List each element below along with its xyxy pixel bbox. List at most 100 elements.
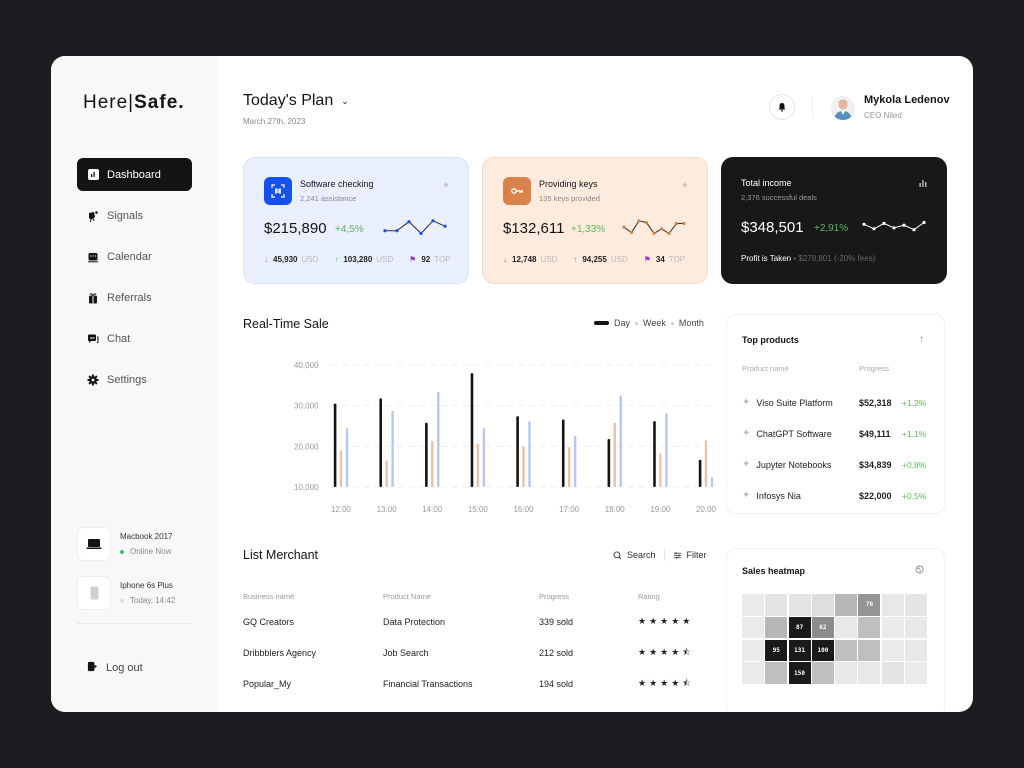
y-tick-label: 30,000: [294, 402, 319, 411]
period-day[interactable]: Day: [614, 318, 630, 328]
list-item[interactable]: ✦ Jupyter Notebooks $34,839 +0,8%: [742, 449, 937, 480]
product-value: $52,318: [859, 397, 892, 408]
heatmap-cell[interactable]: [881, 594, 904, 616]
period-week[interactable]: Week: [643, 318, 666, 328]
card-title: Providing keys: [539, 179, 598, 189]
progress-value: 339 sold: [539, 616, 574, 627]
card-total-income[interactable]: Total income 2,376 successful deals $348…: [721, 157, 947, 284]
filter-button[interactable]: Filter: [673, 550, 707, 560]
heatmap-cell[interactable]: [835, 639, 858, 662]
device-item[interactable]: Iphone 6s Plus Today, 14:42: [77, 576, 192, 610]
heatmap-cell[interactable]: 95: [765, 639, 788, 662]
profit-label: Profit is Taken: [741, 254, 792, 263]
sidebar-item-settings[interactable]: Settings: [77, 363, 192, 396]
heatmap-cell[interactable]: [742, 662, 764, 684]
col-rating[interactable]: Rating: [638, 592, 713, 601]
flag-icon: ⚑: [643, 255, 651, 264]
heatmap-cell[interactable]: [905, 639, 928, 662]
heatmap-cell[interactable]: [858, 662, 881, 684]
col-progress[interactable]: Progress: [539, 592, 638, 601]
heatmap-cell[interactable]: 62: [811, 616, 834, 639]
business-name: Dribbblers Agency: [243, 647, 317, 658]
bar: [710, 477, 714, 487]
x-tick-label: 18:00: [605, 505, 626, 514]
sidebar-item-chat[interactable]: Chat: [77, 322, 192, 355]
bar-chart-icon[interactable]: [919, 179, 927, 189]
pin-icon[interactable]: ♠: [683, 180, 687, 189]
globe-icon[interactable]: [915, 565, 924, 577]
product-name: Job Search: [383, 647, 429, 658]
card-stats: ↓ 12,748 USD ↑ 94,255 USD ⚑ 34 TOP: [503, 255, 685, 264]
heatmap-cell[interactable]: [742, 616, 764, 639]
col-product[interactable]: Product Name: [383, 592, 539, 601]
list-item[interactable]: ✦ Infosys Nia $22,000 +0,5%: [742, 480, 937, 511]
heatmap-cell[interactable]: 100: [811, 639, 834, 662]
heatmap-cell[interactable]: [881, 639, 904, 662]
heatmap-cell[interactable]: [905, 662, 928, 684]
heatmap-cell[interactable]: 131: [788, 639, 811, 662]
heatmap-cell[interactable]: [835, 662, 858, 684]
heatmap-title: Sales heatmap: [742, 566, 806, 576]
heatmap-cell[interactable]: [788, 594, 811, 616]
brand-right: Safe.: [134, 92, 185, 113]
sparkline-point: [431, 219, 435, 223]
sidebar-item-signals[interactable]: Signals: [77, 199, 192, 232]
product-name: ChatGPT Software: [756, 428, 832, 439]
col-business[interactable]: Business name: [243, 592, 383, 601]
progress-value: 194 sold: [539, 678, 574, 689]
heatmap-cell[interactable]: [881, 616, 904, 639]
product-change: +1,2%: [902, 397, 927, 408]
logout-label: Log out: [106, 662, 143, 674]
top-products-list: ✦ Viso Suite Platform $52,318 +1,2% ✦ Cha…: [742, 387, 937, 511]
table-row[interactable]: Popular_My Financial Transactions 194 so…: [243, 668, 713, 699]
heatmap-cell[interactable]: 150: [788, 662, 811, 684]
heatmap-cell[interactable]: [835, 594, 858, 616]
table-header: Business name Product Name Progress Rati…: [243, 586, 713, 606]
heatmap-cell[interactable]: [858, 639, 881, 662]
x-tick-label: 20:00: [696, 505, 716, 514]
list-item[interactable]: ✦ ChatGPT Software $49,111 +1,1%: [742, 418, 937, 449]
heatmap-cell[interactable]: [905, 616, 928, 639]
search-button[interactable]: Search: [613, 550, 656, 560]
gift-icon: [87, 292, 99, 304]
top-products-header: Product name Progress: [742, 364, 932, 373]
heatmap-cell[interactable]: 70: [858, 594, 881, 616]
heatmap-cell[interactable]: [905, 594, 928, 616]
user-name[interactable]: Mykola Ledenov: [864, 94, 950, 106]
chat-icon: [87, 333, 99, 345]
sidebar-item-calendar[interactable]: Calendar: [77, 240, 192, 273]
heatmap-cell[interactable]: [765, 616, 788, 639]
device-item[interactable]: Macbook 2017 Online Now: [77, 527, 192, 561]
table-row[interactable]: Dribbblers Agency Job Search 212 sold ★★…: [243, 637, 713, 668]
heatmap-cell[interactable]: [765, 662, 788, 684]
heatmap-cell[interactable]: 87: [788, 616, 811, 639]
plan-selector[interactable]: Today's Plan ⌄: [243, 92, 349, 110]
heatmap-cell[interactable]: [881, 662, 904, 684]
list-item[interactable]: ✦ Viso Suite Platform $52,318 +1,2%: [742, 387, 937, 418]
heatmap-cell[interactable]: [835, 616, 858, 639]
notifications-button[interactable]: [769, 94, 795, 120]
heatmap-cell[interactable]: [742, 594, 764, 616]
filter-label: Filter: [686, 550, 707, 560]
y-tick-label: 40,000: [294, 361, 319, 370]
period-month[interactable]: Month: [679, 318, 704, 328]
logout-button[interactable]: Log out: [87, 661, 143, 675]
sidebar-item-referrals[interactable]: Referrals: [77, 281, 192, 314]
avatar[interactable]: [831, 96, 855, 120]
table-row[interactable]: GQ Creators Data Protection 339 sold ★★★…: [243, 606, 713, 637]
heatmap-cell[interactable]: [765, 594, 788, 616]
bar: [528, 421, 531, 487]
heatmap-cell[interactable]: [811, 594, 834, 616]
arrow-up-icon[interactable]: ↑: [919, 334, 924, 345]
profit-value: $278,801 (-20% fees): [798, 254, 876, 263]
sparkline-point: [644, 221, 649, 225]
pin-icon[interactable]: ♠: [444, 180, 448, 189]
heatmap-cell[interactable]: [811, 662, 834, 684]
card-software-checking[interactable]: Software checking 2,241 assistance ♠ $21…: [243, 157, 469, 284]
heatmap-cell[interactable]: [858, 616, 881, 639]
brand-logo[interactable]: Here|Safe.: [83, 92, 185, 114]
heatmap-cell[interactable]: [742, 639, 764, 662]
sidebar-item-dashboard[interactable]: Dashboard: [77, 158, 192, 191]
top-products-title: Top products: [742, 335, 799, 345]
card-providing-keys[interactable]: Providing keys 135 keys provided ♠ $132,…: [482, 157, 708, 284]
